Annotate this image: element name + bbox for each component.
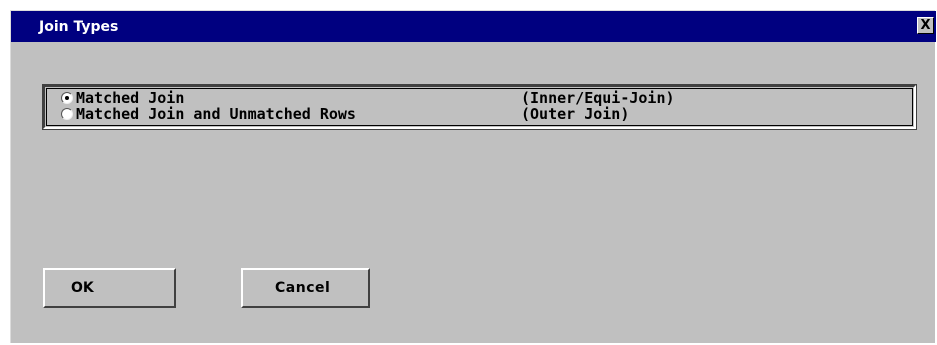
radio-unselected-icon[interactable] [61,108,73,120]
radio-selected-icon[interactable] [61,92,73,104]
option-matched-join-unmatched-rows[interactable]: Matched Join and Unmatched Rows (Outer J… [61,106,629,122]
title-bar[interactable]: Join Types X [11,11,936,42]
option-description: (Outer Join) [521,105,630,123]
close-button[interactable]: X [917,17,934,34]
ok-button-label: OK [71,280,94,296]
option-label: Matched Join and Unmatched Rows [76,105,356,123]
ok-button[interactable]: OK [43,268,176,308]
cancel-button[interactable]: Cancel [241,268,370,308]
join-types-dialog: Join Types X Matched Join (Inner/Equi-Jo… [10,10,936,343]
join-type-radio-group: Matched Join (Inner/Equi-Join) Matched J… [42,84,917,130]
option-description: (Inner/Equi-Join) [521,89,675,107]
close-icon: X [920,18,931,33]
window-title: Join Types [39,19,119,35]
option-label: Matched Join [76,89,185,107]
option-matched-join[interactable]: Matched Join (Inner/Equi-Join) [61,90,675,106]
cancel-button-label: Cancel [275,280,331,296]
